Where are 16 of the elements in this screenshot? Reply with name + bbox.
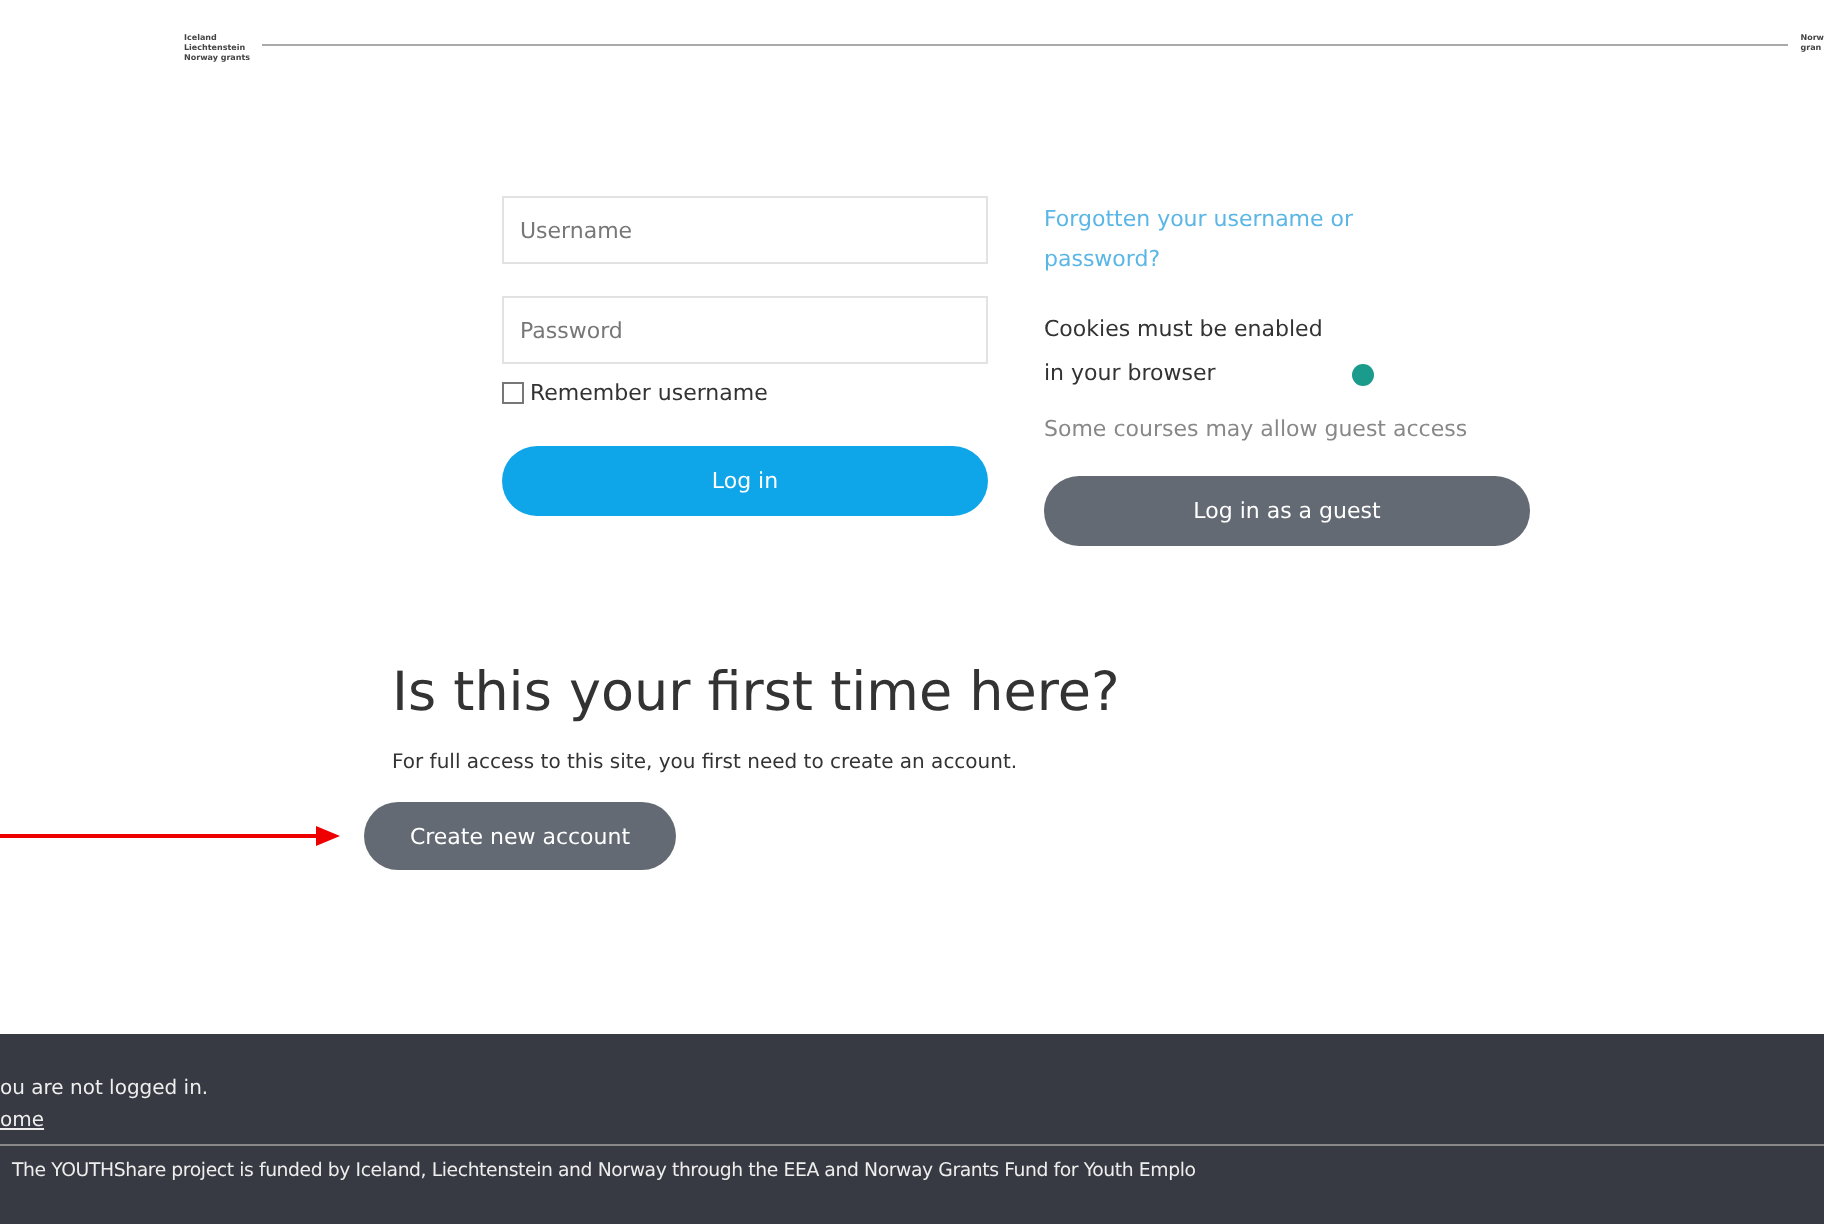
guest-login-button[interactable]: Log in as a guest [1044,476,1530,546]
create-account-button[interactable]: Create new account [364,802,676,870]
funding-note: The YOUTHShare project is funded by Iceland, Liechtenstein and Norway through the EEA and Norway Grants Fund for Youth Emplo [10,1158,1198,1182]
help-icon[interactable] [1352,364,1374,386]
checkbox[interactable] [502,382,524,404]
signup-text: For full access to this site, you first need to create an account. [392,752,1020,774]
signup-title: Is this your first time here? [392,662,1122,724]
arrow-icon [0,824,340,848]
username-field[interactable]: Username [502,196,988,264]
cookies-note: Cookies must be enabled in your browser [1044,314,1325,390]
login-info: ou are not logged in. [0,1078,211,1100]
home-link[interactable]: ome [0,1110,45,1132]
login-button[interactable]: Log in [502,446,988,516]
password-field[interactable]: Password [502,296,988,364]
remember-label: Remember username [530,380,768,406]
guest-note: Some courses may allow guest access [1044,414,1470,446]
